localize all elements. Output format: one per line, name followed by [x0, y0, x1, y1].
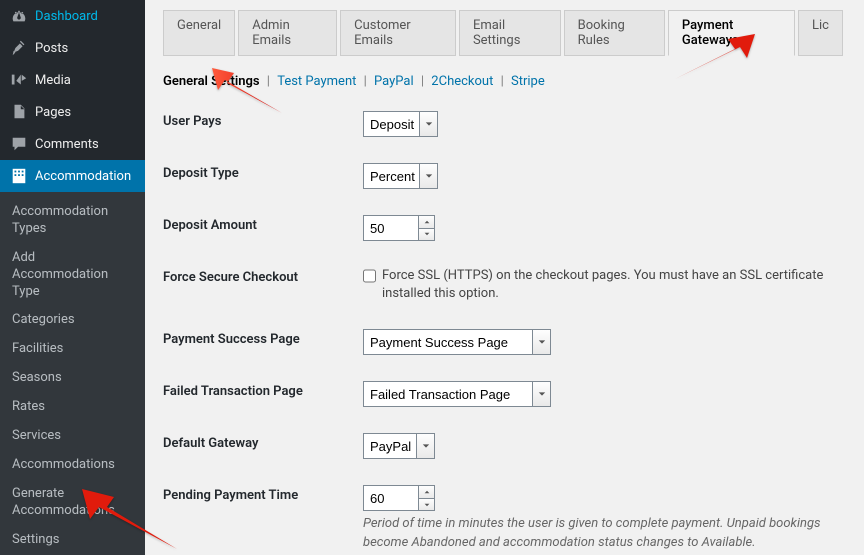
submenu-seasons[interactable]: Seasons — [0, 364, 145, 393]
sidebar-label: Comments — [35, 137, 99, 152]
subtab-paypal[interactable]: PayPal — [374, 74, 414, 89]
submenu-accommodation-types[interactable]: Accommodation Types — [0, 198, 145, 244]
building-icon — [10, 167, 28, 185]
select-user-pays[interactable]: Deposit — [363, 111, 438, 137]
sidebar-label: Posts — [35, 41, 68, 56]
sidebar-item-accommodation[interactable]: Accommodation — [0, 160, 145, 192]
submenu-rates[interactable]: Rates — [0, 393, 145, 422]
label-pending-time: Pending Payment Time — [163, 485, 363, 503]
select-success-page[interactable]: Payment Success Page — [363, 329, 551, 355]
sidebar-item-comments[interactable]: Comments — [0, 128, 145, 160]
label-failed-page: Failed Transaction Page — [163, 381, 363, 399]
tab-general[interactable]: General — [163, 10, 235, 56]
input-deposit-amount[interactable] — [363, 215, 435, 241]
label-success-page: Payment Success Page — [163, 329, 363, 347]
submenu-categories[interactable]: Categories — [0, 306, 145, 335]
sidebar-label: Pages — [35, 105, 71, 120]
admin-sidebar: Dashboard Posts Media Pages Comments Acc… — [0, 0, 145, 555]
pages-icon — [10, 103, 28, 121]
submenu-accommodations[interactable]: Accommodations — [0, 451, 145, 480]
tab-payment-gateways[interactable]: Payment Gateways — [668, 10, 795, 56]
submenu-settings[interactable]: Settings — [0, 526, 145, 555]
input-pending-time[interactable] — [363, 485, 435, 511]
label-user-pays: User Pays — [163, 111, 363, 129]
sub-tabs: General Settings | Test Payment | PayPal… — [163, 74, 846, 89]
select-default-gateway[interactable]: PayPal — [363, 433, 435, 459]
submenu-add-accommodation-type[interactable]: Add Accommodation Type — [0, 244, 145, 307]
tab-license[interactable]: Lic — [798, 10, 843, 56]
chevron-down-icon — [419, 112, 437, 136]
submenu-facilities[interactable]: Facilities — [0, 335, 145, 364]
subtab-2checkout[interactable]: 2Checkout — [431, 74, 493, 89]
chevron-down-icon[interactable] — [419, 499, 434, 511]
checkbox-label-force-ssl: Force SSL (HTTPS) on the checkout pages.… — [382, 267, 846, 303]
submenu-services[interactable]: Services — [0, 422, 145, 451]
sidebar-label: Dashboard — [35, 9, 98, 24]
sidebar-label: Accommodation — [35, 169, 131, 184]
chevron-down-icon[interactable] — [419, 229, 434, 241]
select-failed-page[interactable]: Failed Transaction Page — [363, 381, 551, 407]
tab-booking-rules[interactable]: Booking Rules — [564, 10, 665, 56]
main-content: General Admin Emails Customer Emails Ema… — [145, 0, 864, 555]
chevron-up-icon[interactable] — [419, 486, 434, 499]
sidebar-item-posts[interactable]: Posts — [0, 32, 145, 64]
chevron-up-icon[interactable] — [419, 216, 434, 229]
help-pending-time: Period of time in minutes the user is gi… — [363, 515, 846, 551]
tab-email-settings[interactable]: Email Settings — [459, 10, 561, 56]
tab-admin-emails[interactable]: Admin Emails — [238, 10, 337, 56]
submenu-generate-accommodations[interactable]: Generate Accommodations — [0, 480, 145, 526]
pin-icon — [10, 39, 28, 57]
sidebar-submenu: Accommodation Types Add Accommodation Ty… — [0, 192, 145, 555]
dashboard-icon — [10, 7, 28, 25]
sidebar-item-dashboard[interactable]: Dashboard — [0, 0, 145, 32]
main-tabs: General Admin Emails Customer Emails Ema… — [163, 10, 846, 56]
chevron-down-icon — [419, 164, 437, 188]
label-deposit-amount: Deposit Amount — [163, 215, 363, 233]
sidebar-item-pages[interactable]: Pages — [0, 96, 145, 128]
comment-icon — [10, 135, 28, 153]
chevron-down-icon — [532, 382, 550, 406]
subtab-general-settings[interactable]: General Settings — [163, 74, 260, 89]
select-deposit-type[interactable]: Percent — [363, 163, 438, 189]
label-force-ssl: Force Secure Checkout — [163, 267, 363, 285]
checkbox-force-ssl[interactable] — [363, 269, 376, 283]
label-deposit-type: Deposit Type — [163, 163, 363, 181]
subtab-test-payment[interactable]: Test Payment — [277, 74, 356, 89]
label-default-gateway: Default Gateway — [163, 433, 363, 451]
tab-customer-emails[interactable]: Customer Emails — [340, 10, 456, 56]
media-icon — [10, 71, 28, 89]
sidebar-item-media[interactable]: Media — [0, 64, 145, 96]
chevron-down-icon — [532, 330, 550, 354]
chevron-down-icon — [416, 434, 434, 458]
subtab-stripe[interactable]: Stripe — [511, 74, 545, 89]
sidebar-label: Media — [35, 73, 71, 88]
